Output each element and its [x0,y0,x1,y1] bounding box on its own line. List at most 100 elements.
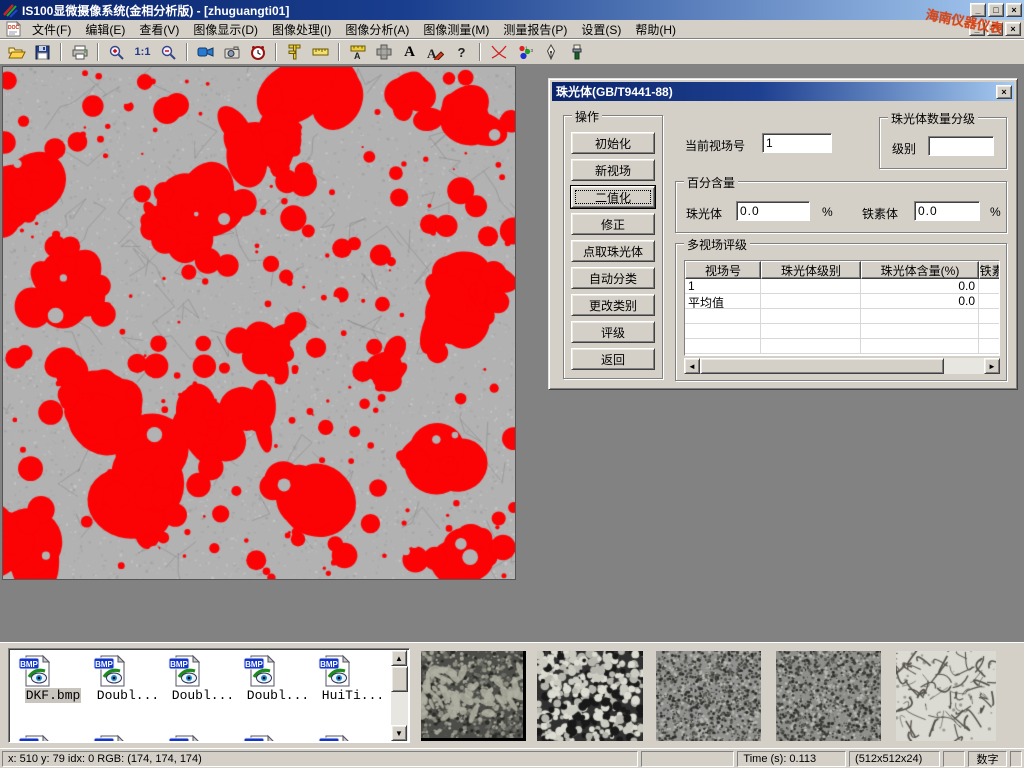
vscroll-thumb[interactable] [391,666,408,692]
file-list-vscrollbar[interactable]: ▲ ▼ [391,650,408,741]
menu-image-processing[interactable]: 图像处理(I) [265,19,338,40]
scroll-left-button[interactable]: ◄ [684,358,700,374]
brush-tool-button[interactable] [564,41,589,63]
menu-edit[interactable]: 编辑(E) [78,19,132,40]
file-name: DKF.bmp [25,688,82,703]
file-item[interactable]: BMP HuiTi... [318,654,388,703]
maximize-button[interactable]: □ [988,3,1004,17]
init-button[interactable]: 初始化 [571,132,655,154]
rate-button[interactable]: 评级 [571,321,655,343]
thumbnail-3[interactable] [656,651,761,741]
pearlite-percent-input[interactable]: 0.0 [736,201,810,221]
curve-tool-button[interactable] [486,41,511,63]
ruler-icon [312,47,329,57]
scroll-up-button[interactable]: ▲ [391,650,407,666]
close-button[interactable]: × [1006,3,1022,17]
mdi-restore-button[interactable]: ❐ [987,22,1003,36]
caliper-button[interactable] [282,41,307,63]
change-class-button[interactable]: 更改类别 [571,294,655,316]
menu-image-measure[interactable]: 图像测量(M) [416,19,496,40]
minimize-button[interactable]: _ [970,3,986,17]
mdi-minimize-button[interactable]: _ [969,22,985,36]
ferrite-label: 铁素体 [862,205,898,222]
zoom-in-icon [109,45,124,60]
col-pearlite-level[interactable]: 珠光体级别 [761,261,861,279]
dialog-close-button[interactable]: × [996,85,1012,99]
app-icon [2,2,18,18]
classify-dots-button[interactable]: 13 [512,41,537,63]
menu-measure-report[interactable]: 测量报告(P) [496,19,574,40]
help-button[interactable]: ? [449,41,474,63]
correct-button[interactable]: 修正 [571,213,655,235]
menu-help[interactable]: 帮助(H) [628,19,683,40]
annotate-text-button[interactable]: A [423,41,448,63]
file-item[interactable]: BMP DKF.bmp [18,654,88,703]
file-item[interactable]: BMP Doubl... [168,654,238,703]
thumbnail-2[interactable] [537,651,643,741]
document-icon[interactable]: DOC [6,21,21,37]
col-pearlite-content[interactable]: 珠光体含量(%) [861,261,979,279]
thumbnail-4[interactable] [776,651,881,741]
menu-image-analysis[interactable]: 图像分析(A) [338,19,416,40]
percent-group: 百分含量 珠光体 0.0 % 铁素体 0.0 % [675,181,1007,233]
pick-pearlite-button[interactable]: 点取珠光体 [571,240,655,262]
return-button[interactable]: 返回 [571,348,655,370]
save-button[interactable] [30,41,55,63]
new-field-button[interactable]: 新视场 [571,159,655,181]
level-input[interactable] [928,136,994,156]
file-item[interactable]: BMP [243,734,313,741]
actual-size-button[interactable]: 1:1 [130,41,155,63]
svg-text:BMP: BMP [245,660,263,669]
mdi-close-button[interactable]: × [1005,22,1021,36]
auto-classify-button[interactable]: 自动分类 [571,267,655,289]
micrograph-binarized-image[interactable] [2,66,516,580]
col-ferrite-content[interactable]: 铁素体含量(%) [979,261,1000,279]
table-row-empty [685,339,999,354]
zoom-out-button[interactable] [156,41,181,63]
menu-image-display[interactable]: 图像显示(D) [186,19,265,40]
thumbnail-1[interactable] [421,651,526,741]
empty-pane [641,751,734,767]
table-row-empty [685,324,999,339]
ruler-button[interactable] [308,41,333,63]
toolbar: 1:1 A A A ? 13 [0,39,1024,65]
file-item[interactable]: BMP [168,734,238,741]
table-row[interactable]: 平均值 0.0 [685,294,999,309]
ferrite-percent-input[interactable]: 0.0 [914,201,980,221]
binarize-button[interactable]: 二值化 [571,186,655,208]
menu-view[interactable]: 查看(V) [132,19,186,40]
table-hscrollbar[interactable]: ◄ ► [684,358,1000,374]
video-camera-button[interactable] [193,41,218,63]
pen-pick-button[interactable] [538,41,563,63]
scroll-down-button[interactable]: ▼ [391,725,407,741]
camera-icon [224,46,240,59]
zoom-in-button[interactable] [104,41,129,63]
file-item[interactable]: BMP [318,734,388,741]
menu-file[interactable]: 文件(F) [25,19,78,40]
file-item[interactable]: BMP Doubl... [243,654,313,703]
table-row[interactable]: 1 0.0 [685,279,999,294]
help-icon: ? [458,45,466,60]
one-to-one-icon: 1:1 [135,46,151,58]
timer-button[interactable] [245,41,270,63]
print-button[interactable] [67,41,92,63]
measure-scale-button[interactable]: A [345,41,370,63]
file-name: Doubl... [246,688,310,703]
pattern-grid-button[interactable] [371,41,396,63]
menu-settings[interactable]: 设置(S) [574,19,628,40]
current-field-input[interactable]: 1 [762,133,832,153]
scroll-right-button[interactable]: ► [984,358,1000,374]
text-tool-button[interactable]: A [397,41,422,63]
col-field-no[interactable]: 视场号 [685,261,761,279]
capture-camera-button[interactable] [219,41,244,63]
grading-group: 珠光体数量分级 级别 [879,117,1007,169]
open-button[interactable] [4,41,29,63]
thumbnail-5[interactable] [896,651,996,741]
file-item[interactable]: BMP Doubl... [93,654,163,703]
svg-text:BMP: BMP [170,660,188,669]
file-item[interactable]: BMP [93,734,163,741]
file-item[interactable]: BMP [18,734,88,741]
dialog-title-bar[interactable]: 珠光体(GB/T9441-88) × [552,82,1014,101]
hscroll-thumb[interactable] [700,358,944,374]
table-row-empty [685,309,999,324]
